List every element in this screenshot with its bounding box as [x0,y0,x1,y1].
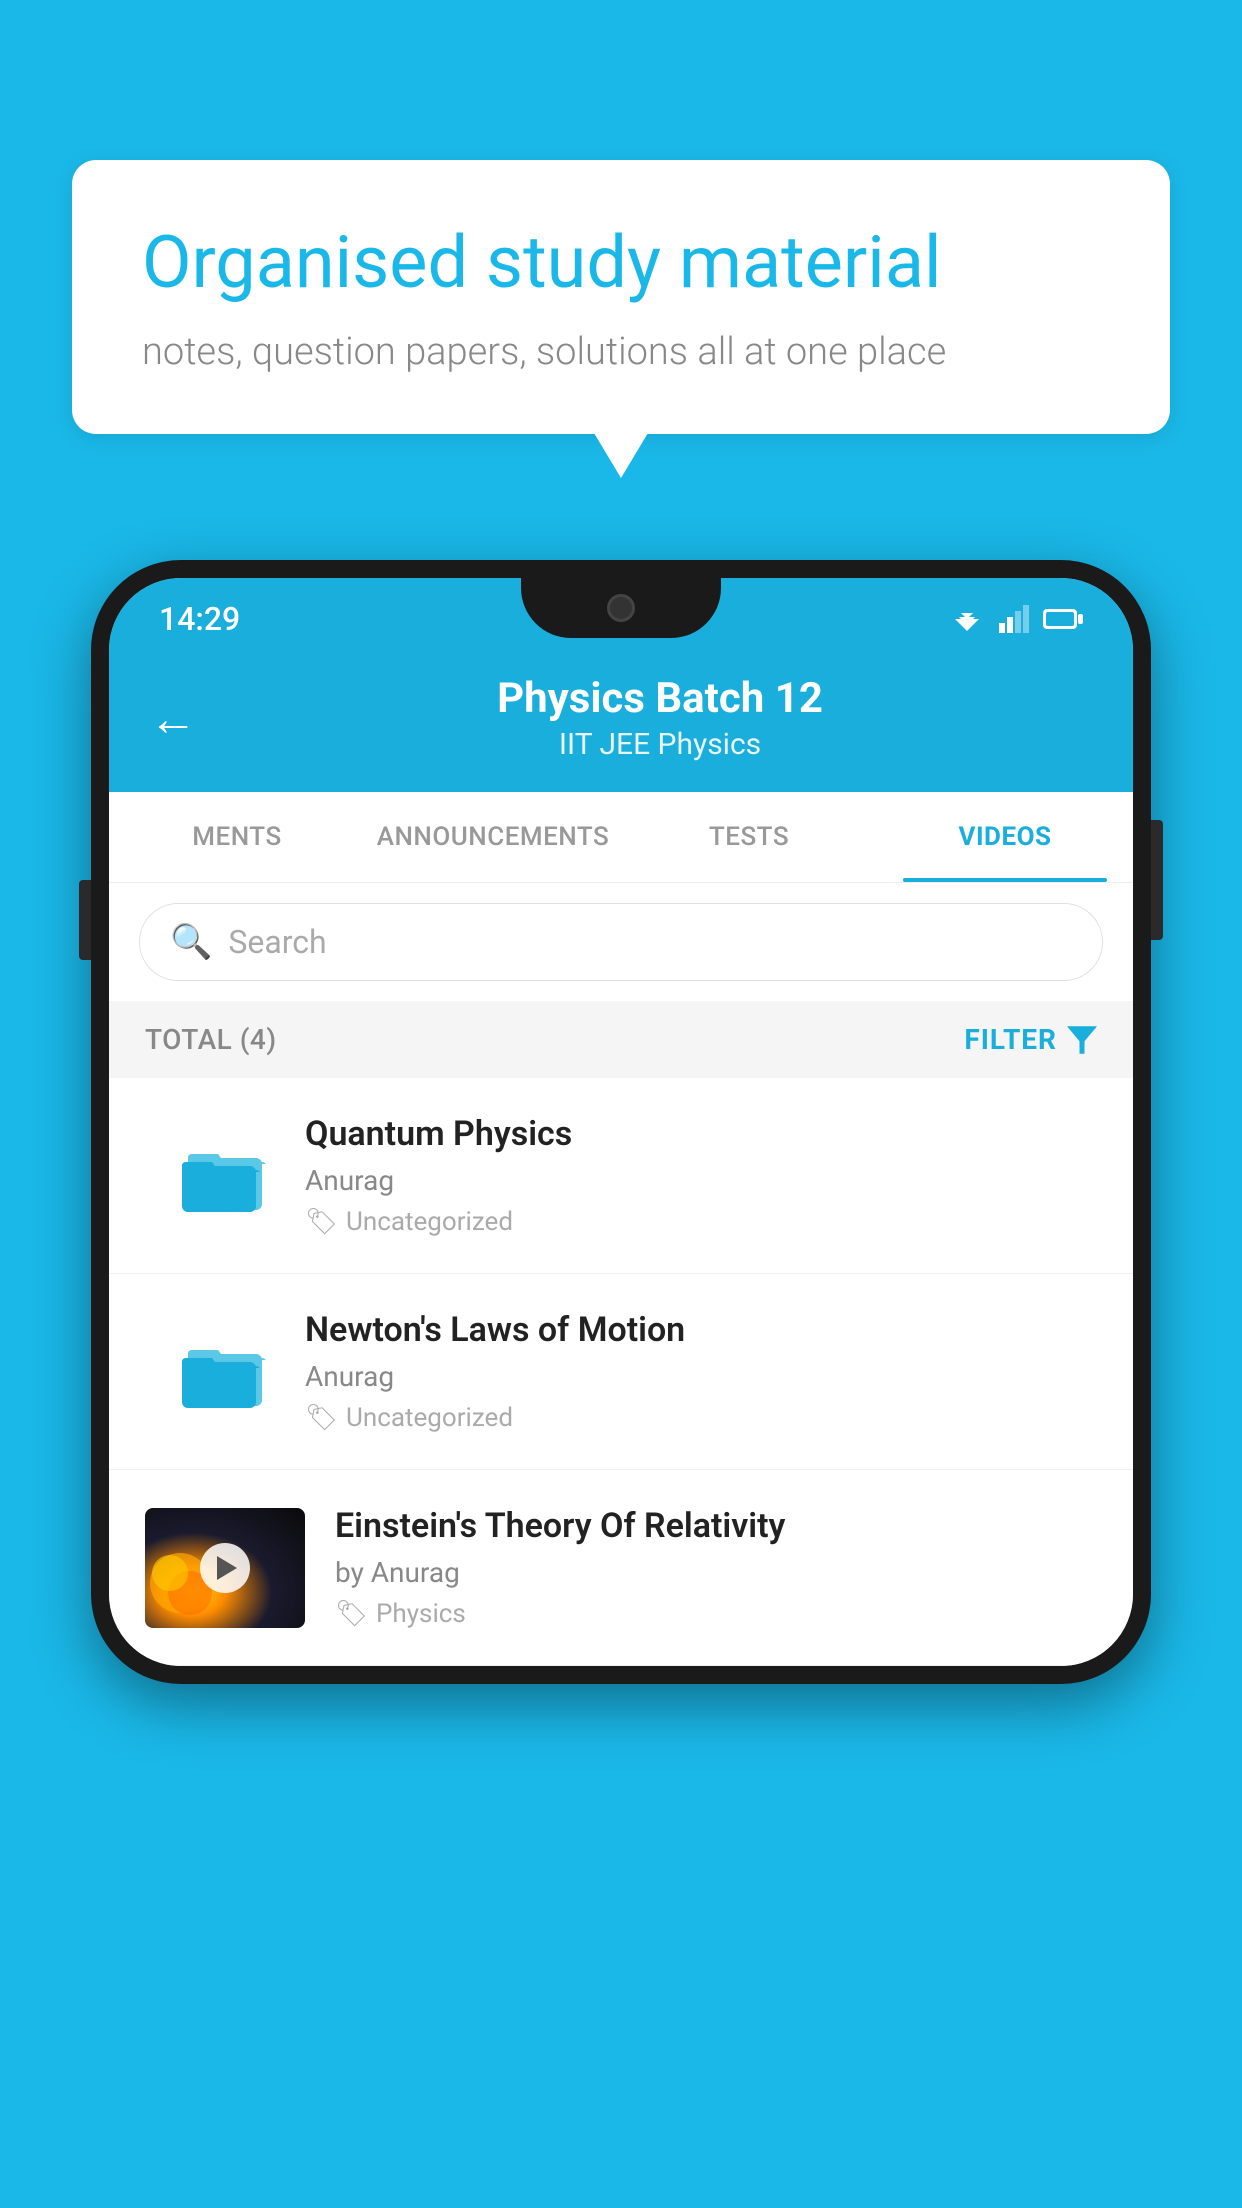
status-icons [949,605,1083,633]
folder-icon-wrapper [175,1126,275,1226]
list-item[interactable]: Newton's Laws of Motion Anurag 🏷 Uncateg… [109,1274,1133,1470]
tab-announcements[interactable]: ANNOUNCEMENTS [365,792,621,882]
tabs-container: MENTS ANNOUNCEMENTS TESTS VIDEOS [109,792,1133,883]
status-time: 14:29 [159,600,240,638]
filter-button[interactable]: FILTER [964,1023,1097,1056]
phone-right-button [1151,820,1163,940]
search-input[interactable]: Search [228,923,326,961]
video-thumbnail [145,1508,305,1628]
video-title-3: Einstein's Theory Of Relativity [335,1506,1097,1546]
tag-icon: 🏷 [305,1207,338,1237]
tag-icon-3: 🏷 [335,1599,368,1629]
video-title-2: Newton's Laws of Motion [305,1310,1097,1350]
header-title-area: Physics Batch 12 IIT JEE Physics [227,674,1093,762]
play-button[interactable] [200,1543,250,1593]
total-count: TOTAL (4) [145,1023,277,1056]
video-author-2: Anurag [305,1360,1097,1393]
folder-icon-2 [180,1332,270,1412]
signal-icon [999,605,1029,633]
phone-notch [521,578,721,638]
filter-bar: TOTAL (4) FILTER [109,1001,1133,1078]
video-author: Anurag [305,1164,1097,1197]
video-title: Quantum Physics [305,1114,1097,1154]
folder-icon-wrapper-2 [175,1322,275,1422]
search-input-wrapper[interactable]: 🔍 Search [139,903,1103,981]
wifi-icon [949,605,985,633]
tab-tests[interactable]: TESTS [621,792,877,882]
video-tag: 🏷 Uncategorized [305,1207,1097,1237]
phone-wrapper: 14:29 [91,560,1151,1684]
video-info-3: Einstein's Theory Of Relativity by Anura… [335,1506,1097,1629]
video-list: Quantum Physics Anurag 🏷 Uncategorized [109,1078,1133,1666]
search-container: 🔍 Search [109,883,1133,1001]
video-info: Quantum Physics Anurag 🏷 Uncategorized [305,1114,1097,1237]
tab-videos[interactable]: VIDEOS [877,792,1133,882]
list-item[interactable]: Einstein's Theory Of Relativity by Anura… [109,1470,1133,1666]
filter-icon [1067,1026,1097,1054]
speech-bubble: Organised study material notes, question… [72,160,1170,434]
battery-icon [1043,607,1083,631]
speech-bubble-title: Organised study material [142,220,1100,306]
header-title: Physics Batch 12 [227,674,1093,723]
folder-icon [180,1136,270,1216]
phone-camera [607,594,635,622]
video-author-3: by Anurag [335,1556,1097,1589]
phone-screen: 14:29 [109,578,1133,1666]
play-triangle-icon [217,1556,237,1580]
app-header: ← Physics Batch 12 IIT JEE Physics [109,650,1133,792]
tab-ments[interactable]: MENTS [109,792,365,882]
phone-outer: 14:29 [91,560,1151,1684]
search-icon: 🔍 [170,922,212,962]
video-tag-3: 🏷 Physics [335,1599,1097,1629]
back-button[interactable]: ← [149,690,197,747]
speech-bubble-container: Organised study material notes, question… [72,160,1170,434]
video-info-2: Newton's Laws of Motion Anurag 🏷 Uncateg… [305,1310,1097,1433]
header-subtitle: IIT JEE Physics [227,727,1093,762]
tag-icon-2: 🏷 [305,1403,338,1433]
video-tag-2: 🏷 Uncategorized [305,1403,1097,1433]
filter-label: FILTER [964,1023,1057,1056]
list-item[interactable]: Quantum Physics Anurag 🏷 Uncategorized [109,1078,1133,1274]
speech-bubble-subtitle: notes, question papers, solutions all at… [142,330,1100,374]
